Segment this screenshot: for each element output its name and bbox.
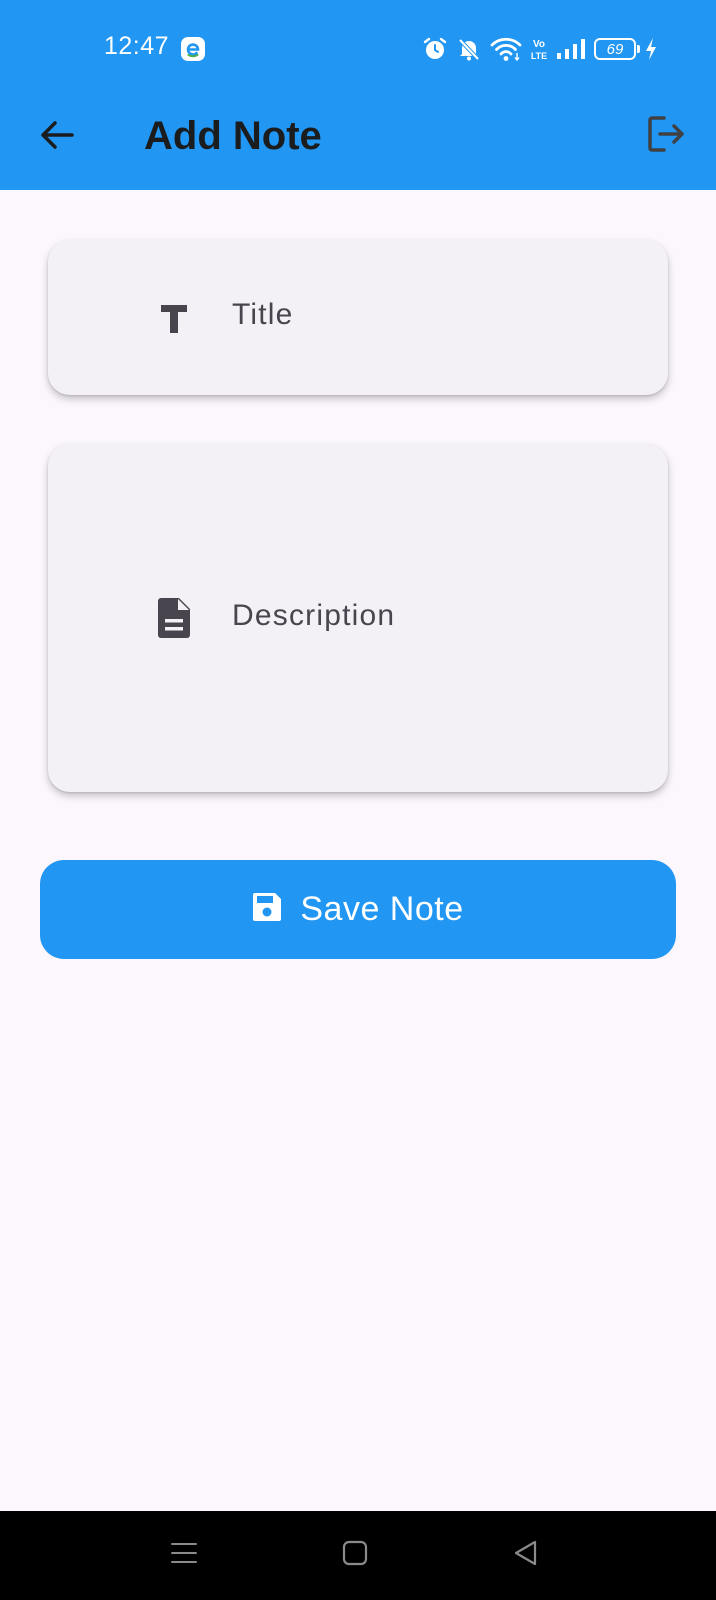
page-title: Add Note — [144, 114, 322, 158]
nav-back-button[interactable] — [466, 1511, 586, 1600]
logout-button[interactable] — [642, 112, 690, 160]
text-title-icon — [156, 298, 192, 338]
nav-home-button[interactable] — [295, 1511, 415, 1600]
description-field[interactable]: Description — [48, 444, 668, 792]
menu-icon — [170, 1539, 198, 1572]
document-icon — [156, 596, 192, 640]
title-field[interactable]: Title — [48, 240, 668, 395]
system-nav-bar — [0, 1511, 716, 1600]
save-icon — [252, 892, 282, 927]
toolbar: Add Note — [0, 90, 716, 190]
bell-off-icon — [456, 36, 482, 62]
save-note-button[interactable]: Save Note — [40, 860, 676, 959]
alarm-icon — [422, 36, 448, 62]
back-triangle-icon — [513, 1539, 539, 1572]
status-time: 12:47 — [104, 32, 170, 60]
description-placeholder: Description — [232, 599, 396, 632]
status-icons: Vo LTE 69 — [422, 34, 658, 64]
app-bar: 12:47 Vo LTE 69 Add Note — [0, 0, 716, 190]
logout-icon — [646, 114, 686, 159]
wifi-icon — [490, 36, 522, 62]
svg-text:LTE: LTE — [531, 51, 547, 61]
status-bar: 12:47 Vo LTE 69 — [0, 0, 716, 90]
title-placeholder: Title — [232, 298, 294, 331]
back-button[interactable] — [34, 114, 80, 160]
app-notification-icon — [180, 36, 206, 62]
battery-level: 69 — [606, 40, 624, 58]
arrow-back-icon — [39, 117, 75, 158]
battery-icon: 69 — [594, 38, 640, 60]
volte-icon: Vo LTE — [530, 36, 548, 62]
home-icon — [342, 1540, 368, 1571]
nav-recents-button[interactable] — [124, 1511, 244, 1600]
signal-icon — [556, 38, 586, 60]
save-button-label: Save Note — [300, 890, 464, 928]
svg-text:Vo: Vo — [533, 39, 545, 50]
charging-icon — [644, 37, 658, 61]
